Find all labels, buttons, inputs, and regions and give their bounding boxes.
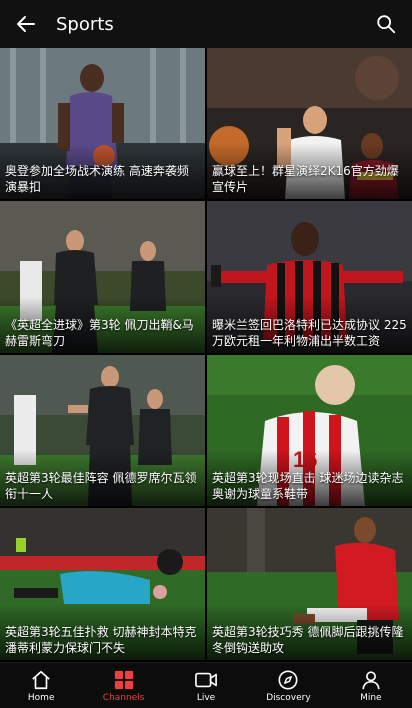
nav-mine[interactable]: Mine [330, 663, 412, 708]
home-icon [32, 670, 51, 689]
live-icon [195, 672, 217, 687]
nav-label: Home [27, 692, 55, 703]
video-tile[interactable]: 英超第3轮五佳扑救 切赫神封本特克潘蒂利蒙力保球门不失 [0, 508, 205, 660]
video-tile[interactable]: 英超第3轮技巧秀 德佩脚后跟挑传隆冬倒钩送助攻 [207, 508, 412, 660]
nav-discovery[interactable]: Discovery [247, 663, 329, 708]
nav-home[interactable]: Home [0, 663, 82, 708]
video-title: 赢球至上！群星演绎2K16官方劲爆宣传片 [212, 164, 399, 194]
video-title: 曝米兰签回巴洛特利已达成协议 225万欧元租一年利物浦出半数工资 [212, 318, 407, 348]
video-title: 英超第3轮五佳扑救 切赫神封本特克潘蒂利蒙力保球门不失 [5, 625, 197, 655]
bottom-nav: Home Channels Live Discovery Mine [0, 662, 412, 708]
video-tile[interactable]: 曝米兰签回巴洛特利已达成协议 225万欧元租一年利物浦出半数工资 [207, 201, 412, 353]
nav-label: Channels [102, 692, 145, 703]
nav-label: Mine [360, 692, 382, 703]
video-title: 英超第3轮最佳阵容 佩德罗席尔瓦领衔十一人 [5, 471, 197, 501]
video-grid: 奥登参加全场战术演练 高速奔袭频演暴扣 赢球至上！群星演绎2K16官方劲爆宣传片 [0, 48, 412, 662]
video-title: 奥登参加全场战术演练 高速奔袭频演暴扣 [5, 164, 189, 194]
video-tile[interactable]: 赢球至上！群星演绎2K16官方劲爆宣传片 [207, 48, 412, 199]
compass-icon [278, 669, 298, 690]
back-button[interactable] [0, 0, 52, 48]
video-title: 《英超全进球》第3轮 佩刀出鞘&马赫雷斯弯刀 [5, 318, 194, 348]
video-title: 英超第3轮现场直击 球迷场边读杂志 奥谢为球童系鞋带 [212, 471, 404, 501]
video-title: 英超第3轮技巧秀 德佩脚后跟挑传隆冬倒钩送助攻 [212, 625, 404, 655]
person-icon [362, 670, 380, 689]
video-tile[interactable]: 16 英超第3轮现场直击 球迷场边读杂志 奥谢为球童系鞋带 [207, 355, 412, 506]
nav-label: Live [196, 692, 216, 703]
back-arrow-icon [17, 16, 35, 32]
search-icon [377, 15, 396, 34]
nav-label: Discovery [266, 692, 311, 703]
top-app-bar: Sports [0, 0, 412, 48]
video-tile[interactable]: 《英超全进球》第3轮 佩刀出鞘&马赫雷斯弯刀 [0, 201, 205, 353]
nav-channels[interactable]: Channels [82, 663, 164, 708]
video-tile[interactable]: 奥登参加全场战术演练 高速奔袭频演暴扣 [0, 48, 205, 199]
search-button[interactable] [360, 0, 412, 48]
video-tile[interactable]: 英超第3轮最佳阵容 佩德罗席尔瓦领衔十一人 [0, 355, 205, 506]
page-title: Sports [56, 13, 114, 35]
channels-icon [114, 670, 133, 689]
nav-live[interactable]: Live [165, 663, 247, 708]
